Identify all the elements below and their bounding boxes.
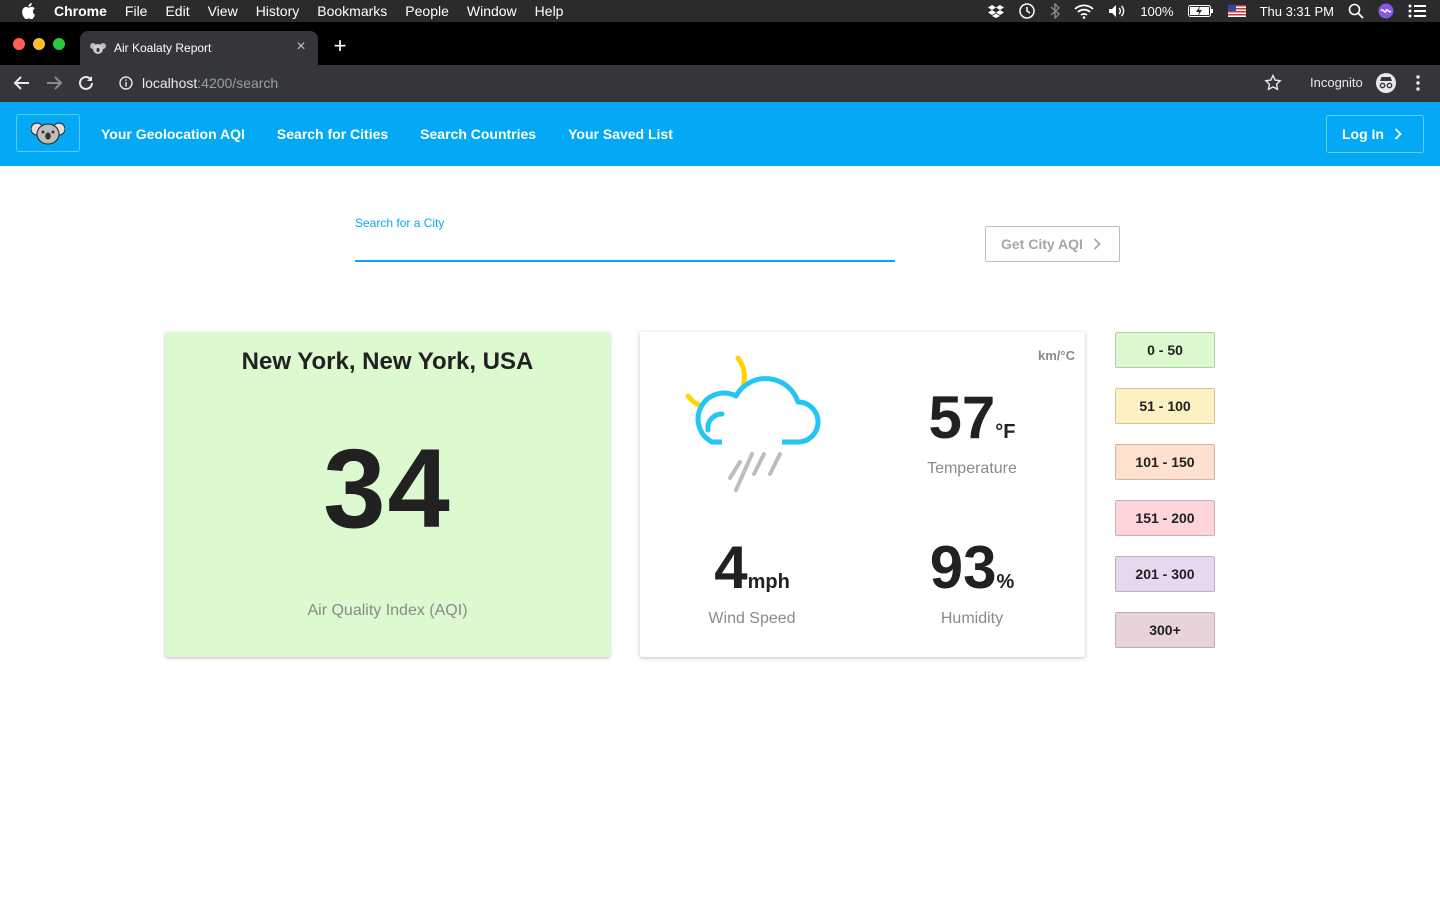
forward-arrow-icon[interactable] bbox=[44, 73, 64, 93]
temperature-unit: °F bbox=[995, 421, 1016, 443]
notification-center-icon[interactable] bbox=[1408, 4, 1426, 18]
humidity-label: Humidity bbox=[940, 610, 1004, 627]
humidity-value: 93 bbox=[929, 534, 997, 601]
aqi-label: Air Quality Index (AQI) bbox=[307, 602, 468, 619]
window-close-button[interactable] bbox=[13, 38, 25, 50]
dropbox-icon[interactable] bbox=[988, 4, 1005, 18]
koala-logo-icon bbox=[31, 122, 65, 145]
nav-search-cities[interactable]: Search for Cities bbox=[277, 126, 388, 142]
new-tab-button[interactable]: + bbox=[330, 35, 350, 57]
night-rain-icon bbox=[685, 355, 821, 492]
wifi-icon[interactable] bbox=[1074, 4, 1094, 19]
url-host: localhost bbox=[142, 75, 198, 91]
macos-menubar: Chrome File Edit View History Bookmarks … bbox=[0, 0, 1440, 22]
login-label: Log In bbox=[1342, 126, 1384, 142]
humidity-metric: 93% Humidity bbox=[862, 538, 1082, 628]
incognito-label[interactable]: Incognito bbox=[1310, 75, 1363, 90]
bookmark-star-icon[interactable] bbox=[1264, 74, 1282, 92]
menubar-clock[interactable]: Thu 3:31 PM bbox=[1260, 4, 1334, 19]
back-arrow-icon[interactable] bbox=[12, 73, 32, 93]
menu-window[interactable]: Window bbox=[467, 3, 517, 19]
site-info-icon[interactable] bbox=[119, 76, 133, 90]
reload-icon[interactable] bbox=[76, 73, 96, 93]
humidity-unit: % bbox=[996, 571, 1015, 593]
wind-label: Wind Speed bbox=[708, 610, 796, 627]
temperature-metric: 57°F Temperature bbox=[862, 388, 1082, 478]
aqi-legend-sensitive: 101 - 150 bbox=[1115, 444, 1215, 480]
apple-icon[interactable] bbox=[20, 2, 36, 20]
address-bar[interactable]: localhost:4200/search bbox=[110, 69, 1290, 98]
menu-history[interactable]: History bbox=[256, 3, 300, 19]
aqi-legend-unhealthy: 151 - 200 bbox=[1115, 500, 1215, 536]
aqi-legend-good: 0 - 50 bbox=[1115, 332, 1215, 368]
aqi-legend-hazardous: 300+ bbox=[1115, 612, 1215, 648]
app-navbar: Your Geolocation AQI Search for Cities S… bbox=[0, 102, 1440, 166]
menu-file[interactable]: File bbox=[125, 3, 148, 19]
spotlight-search-icon[interactable] bbox=[1348, 3, 1364, 19]
window-minimize-button[interactable] bbox=[33, 38, 45, 50]
aqi-legend-moderate: 51 - 100 bbox=[1115, 388, 1215, 424]
url-text: localhost:4200/search bbox=[142, 75, 278, 91]
browser-toolbar: localhost:4200/search Incognito bbox=[0, 65, 1440, 102]
koala-favicon-icon bbox=[90, 43, 106, 54]
chevron-right-icon bbox=[1093, 238, 1101, 250]
wind-metric: 4mph Wind Speed bbox=[642, 538, 862, 628]
units-toggle[interactable]: km/°C bbox=[1038, 348, 1075, 363]
nav-saved-list[interactable]: Your Saved List bbox=[568, 126, 673, 142]
home-logo-button[interactable] bbox=[16, 114, 80, 152]
browser-menu-icon[interactable] bbox=[1411, 73, 1425, 93]
window-zoom-button[interactable] bbox=[53, 38, 65, 50]
search-city-input[interactable] bbox=[355, 236, 895, 262]
battery-charging-icon[interactable] bbox=[1187, 5, 1214, 17]
incognito-icon[interactable] bbox=[1375, 72, 1397, 94]
tab-title: Air Koalaty Report bbox=[114, 41, 212, 55]
menu-edit[interactable]: Edit bbox=[165, 3, 189, 19]
tab-close-icon[interactable]: × bbox=[294, 39, 308, 55]
login-button[interactable]: Log In bbox=[1326, 115, 1424, 153]
bluetooth-icon[interactable] bbox=[1050, 3, 1061, 19]
nav-geolocation-aqi[interactable]: Your Geolocation AQI bbox=[101, 126, 245, 142]
temperature-label: Temperature bbox=[927, 460, 1017, 477]
get-city-aqi-button[interactable]: Get City AQI bbox=[985, 226, 1120, 262]
aqi-value: 34 bbox=[323, 426, 452, 551]
volume-icon[interactable] bbox=[1108, 4, 1126, 18]
menu-people[interactable]: People bbox=[405, 3, 449, 19]
wind-value: 4 bbox=[714, 534, 748, 601]
aqi-legend-very-unhealthy: 201 - 300 bbox=[1115, 556, 1215, 592]
get-city-aqi-label: Get City AQI bbox=[1001, 236, 1083, 252]
search-city-label: Search for a City bbox=[355, 216, 445, 230]
siri-icon[interactable] bbox=[1378, 3, 1394, 19]
battery-percent: 100% bbox=[1140, 3, 1174, 19]
menu-app-name[interactable]: Chrome bbox=[54, 3, 107, 19]
aqi-city-name: New York, New York, USA bbox=[241, 348, 534, 375]
menu-bookmarks[interactable]: Bookmarks bbox=[317, 3, 387, 19]
chevron-right-icon bbox=[1394, 128, 1402, 140]
temperature-value: 57 bbox=[928, 384, 996, 451]
us-flag-icon[interactable] bbox=[1227, 5, 1246, 17]
browser-tab[interactable]: Air Koalaty Report × bbox=[80, 31, 318, 65]
wind-unit: mph bbox=[747, 571, 790, 593]
menu-view[interactable]: View bbox=[208, 3, 238, 19]
weather-card: km/°C 57°F Temperature 4mph Wind Speed 9… bbox=[640, 332, 1085, 657]
menu-help[interactable]: Help bbox=[535, 3, 564, 19]
time-machine-icon[interactable] bbox=[1018, 2, 1036, 20]
url-path: :4200/search bbox=[197, 75, 279, 91]
nav-search-countries[interactable]: Search Countries bbox=[420, 126, 536, 142]
aqi-card: New York, New York, USA 34 Air Quality I… bbox=[165, 332, 610, 657]
browser-tabstrip: Air Koalaty Report × + bbox=[0, 22, 1440, 65]
